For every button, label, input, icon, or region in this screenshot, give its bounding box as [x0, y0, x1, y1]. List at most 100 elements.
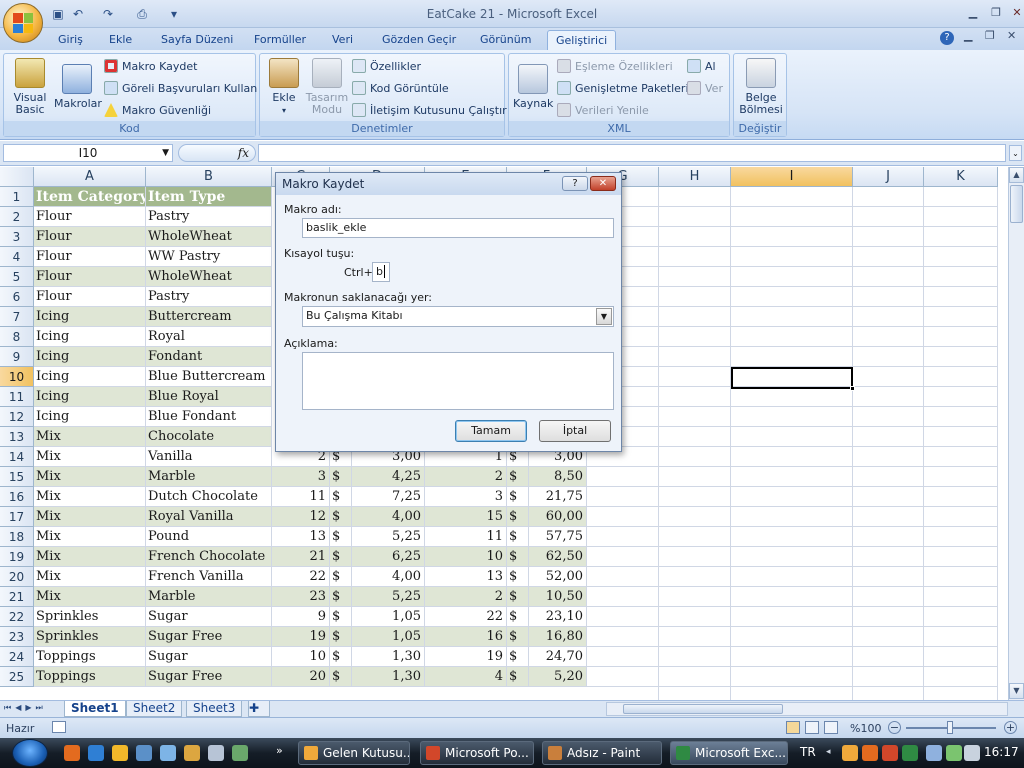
cell-e23[interactable]: 16 [425, 627, 507, 647]
cell-a13[interactable]: Mix [34, 427, 146, 447]
cell-b3[interactable]: WholeWheat [146, 227, 272, 247]
insert-control-button[interactable]: Ekle ▾ [264, 58, 304, 117]
horizontal-scroll-thumb[interactable] [623, 704, 783, 714]
empty-cell[interactable] [587, 567, 659, 587]
empty-cell[interactable] [853, 347, 924, 367]
empty-cell[interactable] [924, 567, 998, 587]
dialog-close-icon[interactable]: ✕ [590, 176, 616, 191]
empty-cell[interactable] [853, 687, 924, 700]
cell-a1[interactable]: Item Category [34, 187, 146, 207]
empty-cell[interactable] [924, 327, 998, 347]
tab-formuller[interactable]: Formüller [246, 30, 314, 50]
row-header-14[interactable]: 14 [0, 447, 34, 467]
macros-button[interactable]: Makrolar [54, 64, 102, 110]
empty-cell[interactable] [924, 407, 998, 427]
empty-cell[interactable] [924, 187, 998, 207]
row-header-10[interactable]: 10 [0, 367, 34, 387]
empty-cell[interactable] [731, 487, 853, 507]
chevron-down-icon[interactable]: ▼ [596, 308, 612, 325]
fill-handle[interactable] [850, 386, 855, 391]
empty-cell[interactable] [659, 287, 731, 307]
cell-e24[interactable]: 19 [425, 647, 507, 667]
cell-c20[interactable]: 22 [272, 567, 330, 587]
cell-a6[interactable]: Flour [34, 287, 146, 307]
cell-d24[interactable]: 1,30 [352, 647, 425, 667]
row-header-13[interactable]: 13 [0, 427, 34, 447]
empty-cell[interactable] [731, 647, 853, 667]
empty-cell[interactable] [853, 367, 924, 387]
design-mode-button[interactable]: Tasarım Modu [304, 58, 350, 116]
empty-cell[interactable] [731, 627, 853, 647]
empty-cell[interactable] [659, 187, 731, 207]
empty-cell[interactable] [731, 607, 853, 627]
empty-cell[interactable] [659, 527, 731, 547]
cell-c23[interactable]: 19 [272, 627, 330, 647]
store-location-select[interactable]: Bu Çalışma Kitabı ▼ [302, 306, 614, 327]
cell-f19[interactable]: 62,50 [529, 547, 587, 567]
cell-e18[interactable]: 11 [425, 527, 507, 547]
empty-cell[interactable] [659, 447, 731, 467]
description-textarea[interactable] [302, 352, 614, 410]
properties-button[interactable]: Özellikler [352, 58, 421, 76]
empty-cell[interactable] [587, 607, 659, 627]
cell-b1[interactable]: Item Type [146, 187, 272, 207]
empty-cell[interactable] [659, 607, 731, 627]
empty-cell[interactable] [731, 507, 853, 527]
empty-cell[interactable] [659, 247, 731, 267]
media-player-icon[interactable] [112, 745, 128, 761]
cell-a25[interactable]: Toppings [34, 667, 146, 687]
cell-a20[interactable]: Mix [34, 567, 146, 587]
formula-input[interactable] [258, 144, 1006, 162]
empty-cell[interactable] [853, 207, 924, 227]
cell-a11[interactable]: Icing [34, 387, 146, 407]
cell-c19[interactable]: 21 [272, 547, 330, 567]
row-header-25[interactable]: 25 [0, 667, 34, 687]
workbook-close-icon[interactable]: ✕ [1007, 29, 1016, 42]
zoom-in-icon[interactable]: + [1004, 721, 1017, 734]
empty-cell[interactable] [731, 527, 853, 547]
cell-b14[interactable]: Vanilla [146, 447, 272, 467]
tab-gorunum[interactable]: Görünüm [472, 30, 539, 50]
cell-a16[interactable]: Mix [34, 487, 146, 507]
minimize-icon[interactable]: ▁ [962, 5, 984, 21]
empty-cell[interactable] [924, 267, 998, 287]
cell-a22[interactable]: Sprinkles [34, 607, 146, 627]
row-header-4[interactable]: 4 [0, 247, 34, 267]
show-desktop-icon[interactable] [136, 745, 152, 761]
vertical-scroll-thumb[interactable] [1010, 185, 1023, 223]
view-code-button[interactable]: Kod Görüntüle [352, 80, 449, 98]
row-header-6[interactable]: 6 [0, 287, 34, 307]
tab-giris[interactable]: Giriş [50, 30, 91, 50]
cell-a23[interactable]: Sprinkles [34, 627, 146, 647]
empty-cell[interactable] [731, 687, 853, 700]
cell-b8[interactable]: Royal [146, 327, 272, 347]
expand-formula-icon[interactable]: ⌄ [1009, 145, 1022, 161]
empty-cell[interactable] [731, 307, 853, 327]
empty-cell[interactable] [659, 567, 731, 587]
empty-cell[interactable] [659, 387, 731, 407]
row-header-20[interactable]: 20 [0, 567, 34, 587]
active-cell-selection[interactable] [731, 367, 855, 391]
empty-cell[interactable] [731, 467, 853, 487]
cell-d21[interactable]: 5,25 [352, 587, 425, 607]
empty-cell[interactable] [587, 627, 659, 647]
taskbar-item-mail[interactable]: Gelen Kutusu... [298, 741, 410, 765]
empty-cell[interactable] [853, 567, 924, 587]
switch-windows-icon[interactable] [160, 745, 176, 761]
empty-cell[interactable] [924, 387, 998, 407]
empty-cell[interactable] [587, 467, 659, 487]
document-panel-button[interactable]: Belge Bölmesi [736, 58, 786, 116]
empty-cell[interactable] [587, 547, 659, 567]
cell-b15[interactable]: Marble [146, 467, 272, 487]
empty-cell[interactable] [731, 287, 853, 307]
language-options-icon[interactable]: ◂ [826, 747, 831, 757]
tab-ekle[interactable]: Ekle [101, 30, 140, 50]
empty-cell[interactable] [731, 567, 853, 587]
empty-cell[interactable] [659, 507, 731, 527]
empty-cell[interactable] [924, 527, 998, 547]
column-header-a[interactable]: A [34, 167, 146, 187]
cell-b2[interactable]: Pastry [146, 207, 272, 227]
select-all-corner[interactable] [0, 167, 34, 187]
row-header-11[interactable]: 11 [0, 387, 34, 407]
empty-cell[interactable] [659, 547, 731, 567]
